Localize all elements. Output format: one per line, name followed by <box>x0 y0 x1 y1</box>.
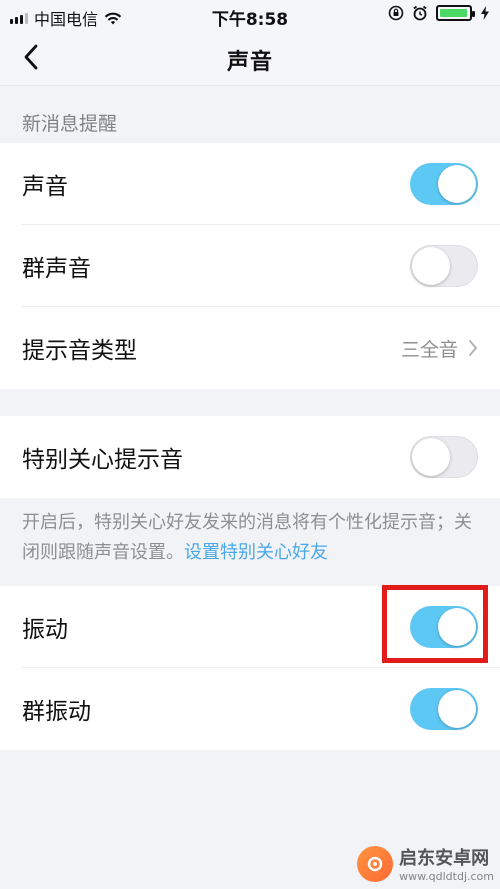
page-title: 声音 <box>226 50 273 75</box>
highlight-box <box>382 585 488 663</box>
row-group-sound: 群声音 <box>0 225 500 307</box>
tone-type-label: 提示音类型 <box>22 338 137 364</box>
sound-label: 声音 <box>22 174 68 200</box>
group-vibrate-label: 群振动 <box>22 699 91 725</box>
charging-bolt-icon <box>481 6 489 20</box>
row-tone-type[interactable]: 提示音类型 三全音 <box>0 307 500 389</box>
special-care-label: 特别关心提示音 <box>22 447 183 473</box>
settings-screen: 中国电信 下午8:58 声音 新消息提醒 声音 群声音 提示音类型 三全音 特别… <box>0 0 500 889</box>
special-care-toggle[interactable] <box>410 436 478 478</box>
group-special-care: 特别关心提示音 <box>0 416 500 498</box>
special-care-description: 开启后，特别关心好友发来的消息将有个性化提示音；关闭则跟随声音设置。设置特别关心… <box>22 508 478 568</box>
group-sound-toggle[interactable] <box>410 245 478 287</box>
group-new-message: 声音 群声音 提示音类型 三全音 <box>0 143 500 389</box>
watermark: 启东安卓网 www.qdldtdj.com <box>357 844 494 883</box>
vibrate-label: 振动 <box>22 617 68 643</box>
watermark-url: www.qdldtdj.com <box>399 870 494 883</box>
chevron-right-icon <box>469 340 477 356</box>
orientation-lock-icon <box>388 5 404 21</box>
tone-type-value: 三全音 <box>400 338 458 361</box>
watermark-logo-icon <box>357 845 394 882</box>
group-vibrate-toggle[interactable] <box>410 688 478 730</box>
row-group-vibrate: 群振动 <box>0 668 500 750</box>
row-sound: 声音 <box>0 143 500 225</box>
watermark-name: 启东安卓网 <box>399 848 490 869</box>
sound-toggle[interactable] <box>410 163 478 205</box>
status-bar: 中国电信 下午8:58 <box>0 0 500 30</box>
battery-level <box>440 9 467 17</box>
alarm-icon <box>413 5 427 21</box>
row-special-care: 特别关心提示音 <box>0 416 500 498</box>
group-sound-label: 群声音 <box>22 256 91 282</box>
status-right <box>388 5 490 21</box>
section-title-new-message: 新消息提醒 <box>22 113 118 135</box>
set-special-care-link[interactable]: 设置特别关心好友 <box>184 542 328 563</box>
navigation-bar: 声音 <box>0 30 500 86</box>
battery-icon <box>436 5 475 21</box>
